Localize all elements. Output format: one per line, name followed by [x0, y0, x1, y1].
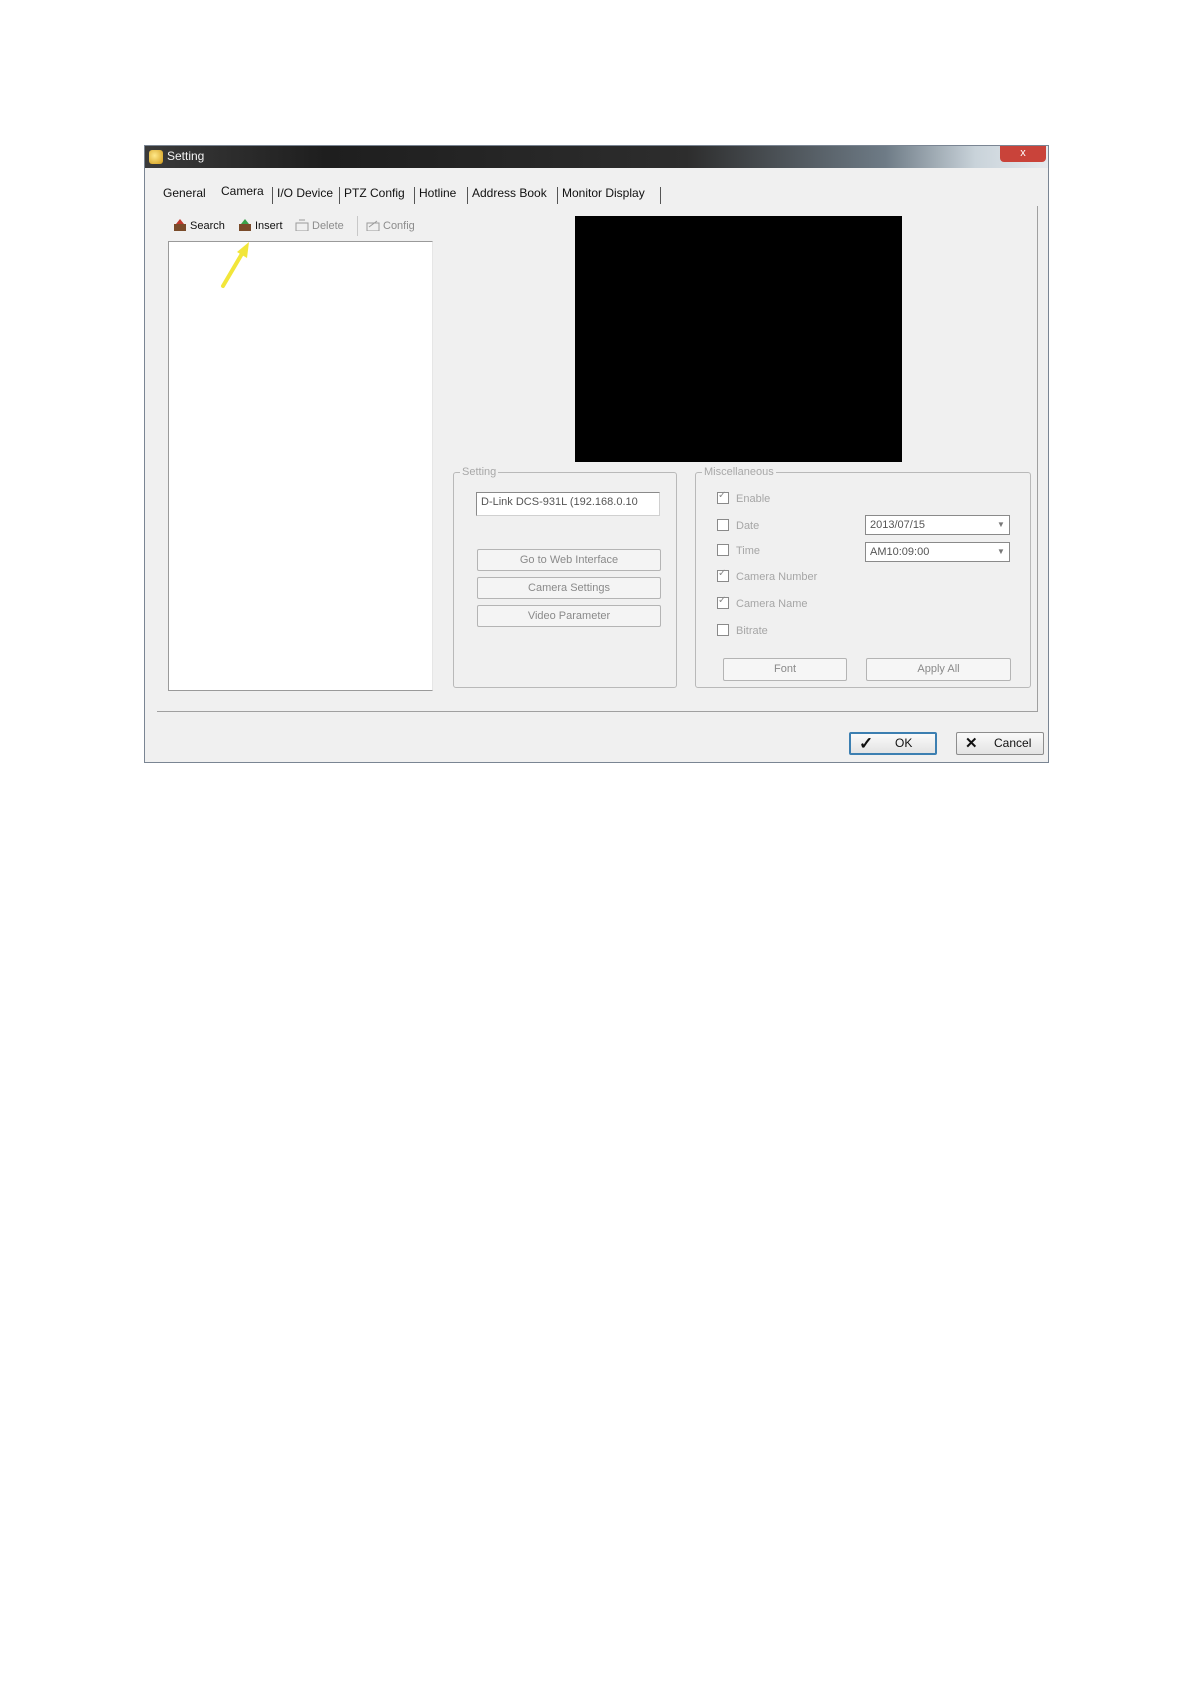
- bitrate-checkbox[interactable]: [717, 624, 729, 636]
- camera-number-label: Camera Number: [736, 571, 818, 583]
- title-bar[interactable]: Setting x: [145, 146, 1048, 168]
- config-button[interactable]: Config: [366, 219, 415, 235]
- tab-io-device[interactable]: I/O Device: [277, 186, 333, 200]
- date-checkbox[interactable]: [717, 519, 729, 531]
- dropdown-arrow-icon[interactable]: ▼: [995, 519, 1007, 531]
- setting-dialog: Setting x General Camera I/O Device PTZ …: [144, 145, 1049, 763]
- camera-list[interactable]: [168, 241, 433, 691]
- font-button[interactable]: Font: [723, 658, 847, 681]
- tab-monitor-display[interactable]: Monitor Display: [562, 186, 645, 200]
- camera-settings-button[interactable]: Camera Settings: [477, 577, 661, 599]
- tab-general[interactable]: General: [163, 186, 206, 200]
- ok-button[interactable]: ✓ OK: [849, 732, 937, 755]
- enable-option[interactable]: Enable: [717, 490, 771, 506]
- search-camera-icon: [174, 219, 186, 231]
- insert-button[interactable]: Insert: [238, 219, 283, 235]
- camera-preview: [575, 216, 902, 462]
- app-icon: [149, 150, 163, 164]
- config-button-label: Config: [383, 220, 415, 232]
- enable-checkbox[interactable]: [717, 490, 729, 504]
- delete-button[interactable]: Delete: [295, 219, 344, 235]
- dropdown-arrow-icon[interactable]: ▼: [995, 546, 1007, 558]
- tab-separator: [339, 187, 340, 204]
- time-checkbox[interactable]: [717, 544, 729, 556]
- miscellaneous-group: Miscellaneous Enable Date 2013/07/15 ▼ T…: [695, 466, 1031, 688]
- tab-separator: [414, 187, 415, 204]
- setting-group: Setting D-Link DCS-931L (192.168.0.10 Go…: [453, 466, 677, 688]
- enable-label: Enable: [736, 493, 771, 505]
- camera-name-option[interactable]: Camera Name: [717, 595, 808, 611]
- insert-button-label: Insert: [255, 220, 283, 232]
- time-label: Time: [736, 545, 761, 557]
- camera-number-checkbox[interactable]: [717, 568, 729, 582]
- tab-separator: [660, 187, 661, 204]
- toolbar-divider: [357, 216, 358, 236]
- camera-name-checkbox[interactable]: [717, 595, 729, 609]
- cancel-button[interactable]: ✕ Cancel: [956, 732, 1044, 755]
- insert-camera-icon: [239, 219, 251, 231]
- date-label: Date: [736, 520, 760, 532]
- delete-button-label: Delete: [312, 220, 344, 232]
- camera-name-label: Camera Name: [736, 598, 808, 610]
- video-parameter-button[interactable]: Video Parameter: [477, 605, 661, 627]
- tab-separator: [467, 187, 468, 204]
- date-value: 2013/07/15: [870, 519, 926, 531]
- checkmark-icon: ✓: [859, 734, 874, 753]
- bitrate-option[interactable]: Bitrate: [717, 624, 768, 638]
- delete-camera-icon: [295, 219, 309, 231]
- tab-separator: [272, 187, 273, 204]
- ok-button-label: OK: [895, 736, 913, 750]
- time-picker[interactable]: AM10:09:00 ▼: [865, 542, 1010, 562]
- tab-camera[interactable]: Camera: [221, 184, 264, 198]
- date-picker[interactable]: 2013/07/15 ▼: [865, 515, 1010, 535]
- close-button[interactable]: x: [1000, 146, 1046, 162]
- camera-name-field[interactable]: D-Link DCS-931L (192.168.0.10: [476, 492, 660, 516]
- search-button[interactable]: Search: [173, 219, 225, 235]
- setting-group-legend: Setting: [462, 466, 497, 478]
- date-option[interactable]: Date: [717, 519, 759, 533]
- time-value: AM10:09:00: [870, 546, 930, 558]
- go-to-web-interface-button[interactable]: Go to Web Interface: [477, 549, 661, 571]
- tab-address-book[interactable]: Address Book: [472, 186, 547, 200]
- camera-number-option[interactable]: Camera Number: [717, 568, 818, 584]
- x-icon: ✕: [965, 735, 978, 752]
- apply-all-button[interactable]: Apply All: [866, 658, 1011, 681]
- time-option[interactable]: Time: [717, 544, 760, 558]
- window-title: Setting: [167, 149, 205, 163]
- search-button-label: Search: [190, 220, 225, 232]
- miscellaneous-group-legend: Miscellaneous: [704, 466, 774, 478]
- cancel-button-label: Cancel: [994, 736, 1032, 750]
- bitrate-label: Bitrate: [736, 625, 768, 637]
- annotation-arrow-icon: [221, 242, 249, 288]
- tab-separator: [557, 187, 558, 204]
- tab-hotline[interactable]: Hotline: [419, 186, 456, 200]
- tab-ptz-config[interactable]: PTZ Config: [344, 186, 405, 200]
- config-camera-icon: [366, 220, 380, 231]
